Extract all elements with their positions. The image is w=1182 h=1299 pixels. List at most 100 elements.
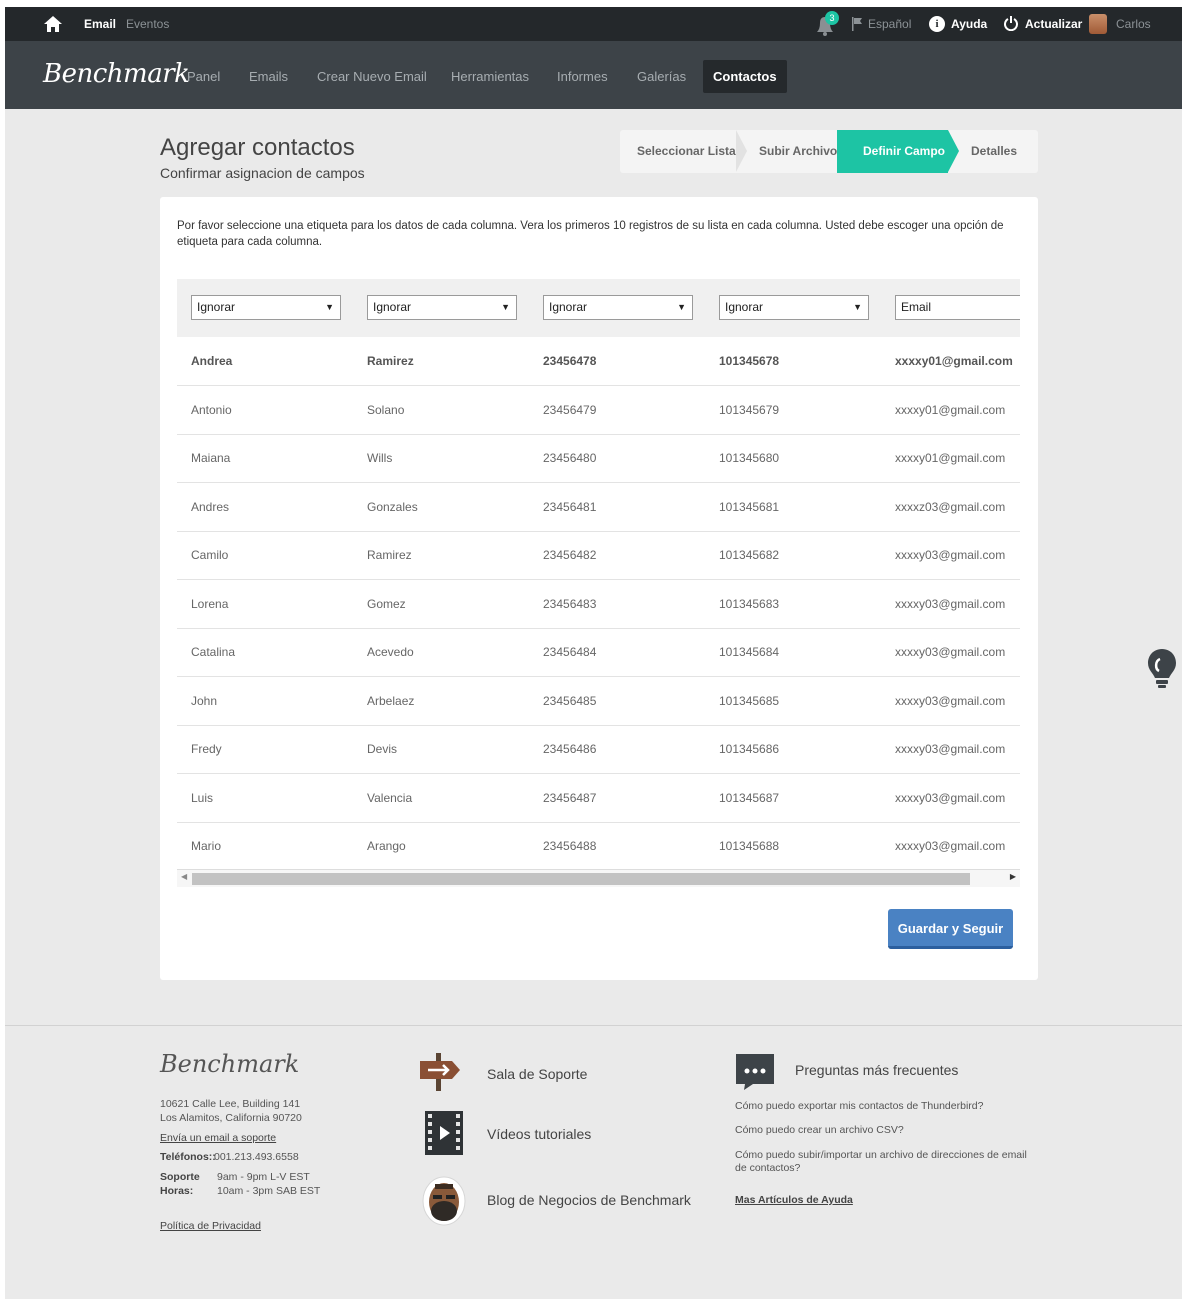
user-avatar[interactable]: [1089, 14, 1107, 34]
nav-informes[interactable]: Informes: [557, 69, 608, 84]
page-title: Agregar contactos: [160, 134, 355, 161]
caret-down-icon: ▼: [677, 302, 686, 312]
table-cell: 101345687: [719, 790, 780, 805]
support-hours-weekday: 9am - 9pm L-V EST: [217, 1171, 310, 1183]
table-cell: 23456487: [543, 790, 597, 805]
support-room-link[interactable]: Sala de Soporte: [487, 1066, 587, 1082]
table-cell: 101345685: [719, 693, 780, 708]
video-tutorials-link[interactable]: Vídeos tutoriales: [487, 1126, 591, 1142]
table-cell: xxxxy01@gmail.com: [895, 451, 1006, 465]
main-nav: Benchmark Panel Emails Crear Nuevo Email…: [5, 41, 1182, 109]
column-select-4[interactable]: Ignorar ▼: [719, 295, 869, 320]
table-row: Andres Gonzales 23456481 101345681 xxxxz03@g…: [177, 483, 1020, 532]
column-select-value: Ignorar: [197, 300, 236, 314]
top-bar: Email Eventos 3 Español i Ayuda Actualiz…: [5, 7, 1182, 41]
nav-crear-nuevo-email[interactable]: Crear Nuevo Email: [317, 69, 427, 84]
user-name[interactable]: Carlos: [1116, 17, 1151, 31]
step-detalles[interactable]: Detalles: [971, 130, 1017, 173]
table-cell: 23456478: [543, 354, 597, 368]
scroll-left-icon[interactable]: ◀: [181, 872, 187, 881]
caret-down-icon: ▼: [853, 302, 862, 312]
scrollbar-thumb[interactable]: [192, 873, 970, 885]
table-cell: xxxxy01@gmail.com: [895, 402, 1006, 417]
table-row: Luis Valencia 23456487 101345687 xxxxy03@gma…: [177, 774, 1020, 823]
column-select-1[interactable]: Ignorar ▼: [191, 295, 341, 320]
table-cell: Wills: [367, 451, 393, 465]
blog-link[interactable]: Blog de Negocios de Benchmark: [487, 1192, 691, 1208]
table-row: Andrea Ramirez 23456478 101345678 xxxxy01@gm…: [177, 337, 1020, 386]
benchmark-logo[interactable]: Benchmark: [43, 59, 190, 89]
table-cell: xxxxy03@gmail.com: [895, 839, 1006, 853]
nav-emails[interactable]: Emails: [249, 69, 288, 84]
update-link[interactable]: Actualizar: [1025, 17, 1082, 31]
table-cell: 101345681: [719, 499, 780, 514]
table-cell: xxxxz03@gmail.com: [895, 499, 1006, 514]
table-cell: 101345683: [719, 596, 780, 611]
step-seleccionar-lista[interactable]: Seleccionar Lista: [637, 130, 736, 173]
table-row: Fredy Devis 23456486 101345686 xxxxy03@gmail…: [177, 725, 1020, 774]
faq-item[interactable]: Cómo puedo crear un archivo CSV?: [735, 1124, 1035, 1137]
column-select-5[interactable]: Email: [895, 295, 1020, 320]
table-cell: xxxxy03@gmail.com: [895, 693, 1006, 708]
table-cell: 23456485: [543, 693, 597, 708]
table-cell: 101345686: [719, 742, 780, 756]
film-video-icon: [425, 1111, 463, 1155]
nav-panel[interactable]: Panel: [187, 69, 220, 84]
table-cell: 101345688: [719, 839, 780, 853]
topbar-eventos-link[interactable]: Eventos: [126, 17, 169, 31]
column-select-value: Ignorar: [549, 300, 588, 314]
step-subir-archivo[interactable]: Subir Archivo: [759, 130, 837, 173]
nav-galerias[interactable]: Galerías: [637, 69, 686, 84]
column-select-3[interactable]: Ignorar ▼: [543, 295, 693, 320]
faq-item[interactable]: Cómo puedo subir/importar un archivo de …: [735, 1149, 1035, 1175]
table-row: Camilo Ramirez 23456482 101345682 xxxxy03@gm…: [177, 531, 1020, 580]
table-cell: 23456483: [543, 596, 597, 611]
help-link[interactable]: Ayuda: [951, 17, 987, 31]
step-separator: [736, 130, 747, 172]
language-selector[interactable]: Español: [868, 17, 911, 31]
topbar-email-link[interactable]: Email: [84, 17, 116, 31]
step-definir-campo[interactable]: Definir Campo: [837, 130, 948, 173]
footer-address-1: 10621 Calle Lee, Building 141: [160, 1098, 301, 1110]
column-select-value: Ignorar: [725, 300, 764, 314]
horizontal-scrollbar[interactable]: ◀ ▶: [177, 869, 1020, 887]
table-cell: 23456484: [543, 645, 597, 659]
support-email-link[interactable]: Envía un email a soporte: [160, 1132, 276, 1145]
table-row: Maiana Wills 23456480 101345680 xxxxy01@gmai…: [177, 434, 1020, 483]
save-continue-button[interactable]: Guardar y Seguir: [888, 909, 1013, 949]
footer-logo[interactable]: Benchmark: [160, 1050, 299, 1078]
table-cell: Andrea: [191, 354, 233, 368]
column-select-2[interactable]: Ignorar ▼: [367, 295, 517, 320]
table-cell: Luis: [191, 790, 214, 805]
support-hours-saturday: 10am - 3pm SAB EST: [217, 1185, 321, 1197]
table-row: Lorena Gomez 23456483 101345683 xxxxy03@gmai…: [177, 580, 1020, 629]
table-cell: Gonzales: [367, 499, 418, 514]
table-cell: Ramirez: [367, 548, 412, 562]
wizard-steps: Seleccionar Lista Subir Archivo Definir …: [620, 130, 1038, 173]
lightbulb-help-icon[interactable]: [1145, 647, 1179, 693]
faq-title: Preguntas más frecuentes: [795, 1062, 959, 1078]
table-cell: Arbelaez: [367, 693, 415, 708]
more-articles-link[interactable]: Mas Artículos de Ayuda: [735, 1194, 853, 1207]
table-cell: 101345679: [719, 402, 780, 417]
table-cell: 23456488: [543, 839, 597, 853]
mapping-table: Ignorar ▼ Ignorar ▼ Ignorar ▼ Ignorar ▼ Emai…: [177, 279, 1020, 869]
instructions-text: Por favor seleccione una etiqueta para l…: [177, 220, 1004, 248]
scroll-right-icon[interactable]: ▶: [1010, 872, 1016, 881]
table-cell: 23456480: [543, 451, 597, 465]
table-cell: Valencia: [367, 790, 413, 805]
faq-item[interactable]: Cómo puedo exportar mis contactos de Thu…: [735, 1100, 1035, 1113]
footer-address-2: Los Alamitos, California 90720: [160, 1112, 302, 1124]
nav-herramientas[interactable]: Herramientas: [451, 69, 529, 84]
table-cell: xxxxy03@gmail.com: [895, 742, 1006, 756]
home-icon[interactable]: [43, 14, 63, 34]
table-cell: Mario: [191, 839, 222, 853]
table-cell: Lorena: [191, 596, 229, 611]
table-cell: Catalina: [191, 645, 236, 659]
table-cell: 23456482: [543, 548, 597, 562]
table-cell: Solano: [367, 402, 405, 417]
table-row: Catalina Acevedo 23456484 101345684 xxxxy03@…: [177, 628, 1020, 677]
table-cell: Maiana: [191, 451, 231, 465]
nav-contactos[interactable]: Contactos: [703, 60, 787, 93]
privacy-policy-link[interactable]: Política de Privacidad: [160, 1220, 261, 1233]
